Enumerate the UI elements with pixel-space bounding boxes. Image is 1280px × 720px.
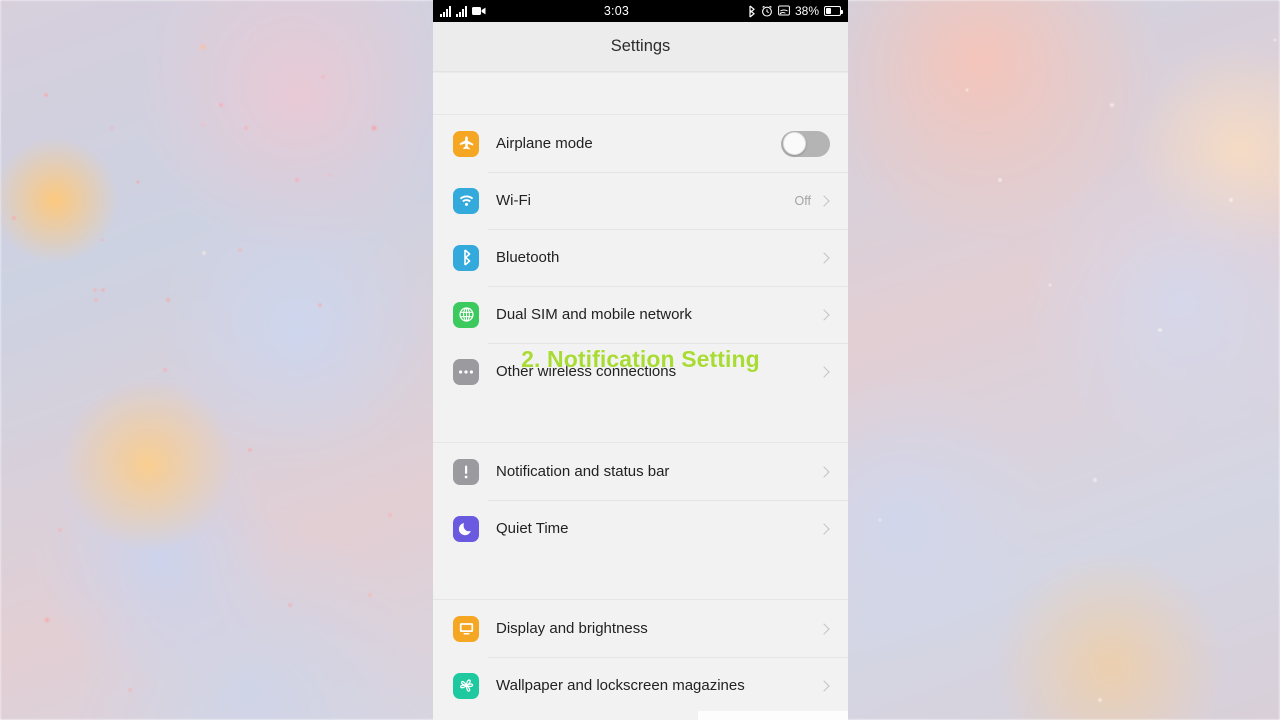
monitor-icon (453, 615, 479, 642)
status-bar-left (440, 5, 486, 17)
wifi-status-value: Off (794, 193, 811, 208)
airplane-icon (453, 130, 479, 157)
status-bar-clock: 3:03 (603, 4, 630, 18)
bottom-white-strip (698, 711, 848, 720)
settings-row-label: Wi-Fi (496, 192, 531, 209)
airplane-mode-toggle[interactable] (781, 130, 830, 157)
moon-icon (453, 515, 479, 542)
settings-row-airplane-mode[interactable]: Airplane mode (433, 115, 848, 172)
video-camera-icon (472, 6, 486, 16)
settings-row-control[interactable] (818, 251, 830, 264)
settings-row-label: Other wireless connections (496, 363, 677, 380)
phone-screen: 3:03 38% Settings Airplane mode Wi-Fi Of… (433, 0, 848, 720)
signal-bars-icon-2 (456, 5, 467, 17)
battery-percent-label: 38% (794, 4, 819, 18)
settings-row-dual-sim[interactable]: Dual SIM and mobile network (433, 286, 848, 343)
settings-row-control[interactable] (818, 679, 830, 692)
group-separator-gap-1 (433, 400, 848, 443)
settings-row-other-wireless[interactable]: Other wireless connections (433, 343, 848, 400)
status-bar-right: 38% (747, 4, 843, 18)
settings-row-control[interactable]: Off (795, 194, 830, 208)
chevron-right-icon (818, 365, 830, 378)
settings-row-notification-status-bar[interactable]: Notification and status bar (433, 443, 848, 500)
settings-row-control[interactable] (818, 365, 830, 378)
settings-row-label: Bluetooth (496, 249, 560, 266)
settings-row-display-brightness[interactable]: Display and brightness (433, 600, 848, 657)
battery-icon (824, 6, 843, 16)
settings-row-label: Quiet Time (496, 520, 569, 537)
settings-row-control[interactable] (818, 622, 830, 635)
pinwheel-icon (453, 672, 479, 699)
settings-row-label: Notification and status bar (496, 463, 670, 480)
settings-row-control[interactable] (818, 465, 830, 478)
chevron-right-icon (818, 465, 830, 478)
bluetooth-icon (747, 5, 756, 18)
settings-row-label: Display and brightness (496, 620, 648, 637)
settings-row-quiet-time[interactable]: Quiet Time (433, 500, 848, 557)
wifi-icon (453, 187, 479, 214)
settings-group-notifications: Notification and status bar Quiet Time (433, 443, 848, 557)
settings-row-wallpaper-lockscreen[interactable]: Wallpaper and lockscreen magazines (433, 657, 848, 714)
settings-row-bluetooth[interactable]: Bluetooth (433, 229, 848, 286)
more-dots-icon (453, 358, 479, 385)
settings-row-label: Airplane mode (496, 135, 593, 152)
chevron-right-icon (818, 251, 830, 264)
list-top-gap (433, 72, 848, 115)
chevron-right-icon (818, 308, 830, 321)
exclamation-icon (453, 458, 479, 485)
chevron-right-icon (818, 679, 830, 692)
settings-row-wifi[interactable]: Wi-Fi Off (433, 172, 848, 229)
alarm-clock-icon (761, 5, 773, 17)
screen-cast-icon (778, 5, 790, 17)
signal-bars-icon (440, 5, 451, 17)
settings-group-display: Display and brightness Wallpaper and loc… (433, 600, 848, 714)
settings-row-label: Dual SIM and mobile network (496, 306, 692, 323)
chevron-right-icon (818, 522, 830, 535)
settings-row-label: Wallpaper and lockscreen magazines (496, 677, 745, 694)
settings-row-control[interactable] (818, 522, 830, 535)
page-title: Settings (610, 37, 671, 55)
chevron-right-icon (818, 622, 830, 635)
chevron-right-icon (818, 194, 830, 207)
bluetooth-icon (453, 244, 479, 271)
status-bar: 3:03 38% (433, 0, 848, 22)
settings-group-connectivity: Airplane mode Wi-Fi Off Bluetooth Dual S… (433, 115, 848, 400)
settings-row-control[interactable] (781, 130, 830, 157)
group-separator-gap-2 (433, 557, 848, 600)
toggle-knob (782, 132, 806, 155)
settings-list[interactable]: Airplane mode Wi-Fi Off Bluetooth Dual S… (433, 72, 848, 714)
settings-row-control[interactable] (818, 308, 830, 321)
page-title-bar: Settings (433, 22, 848, 72)
globe-icon (453, 301, 479, 328)
